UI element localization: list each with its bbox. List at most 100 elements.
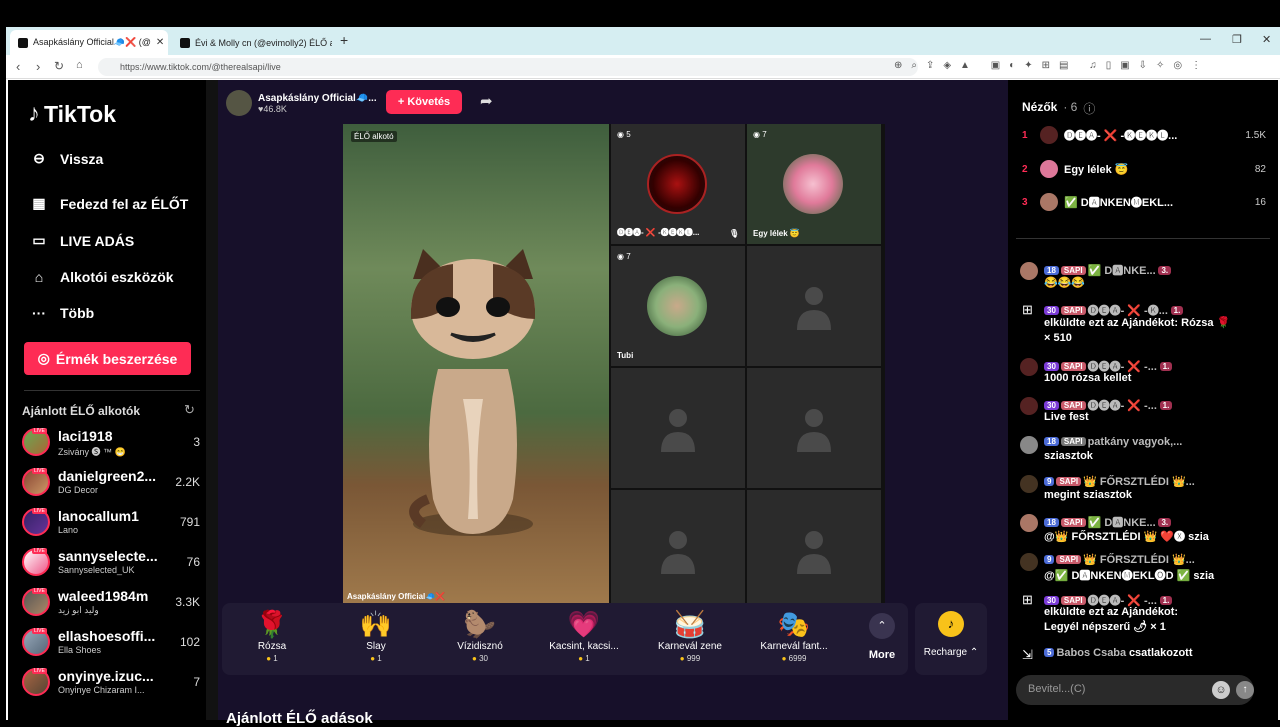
sidebar-item-more[interactable]: ··· Több: [30, 305, 94, 321]
chat-message[interactable]: 9 SAPI 👑 FŐRSZTLÉDI 👑... megint sziasztok: [1020, 475, 1270, 507]
minimize-icon[interactable]: —: [1200, 33, 1211, 45]
gift-item[interactable]: 🎭Karnevál fant...6999: [744, 609, 844, 663]
chat-message[interactable]: 30 SAPI 🅓🅔🅐- ❌ -... 1. 1000 rózsa kellet: [1020, 358, 1270, 390]
recommended-lives-heading: Ajánlott ÉLŐ adások: [226, 710, 373, 727]
chat-message[interactable]: 18 SAPI ✅ D🅰NKE... 3. 😂😂😂: [1020, 262, 1270, 296]
creator-row[interactable]: LIVE laci1918 Zsivány 🅢 ™ 😁 3: [20, 426, 200, 460]
creator-row[interactable]: LIVE onyinye.izuc... Onyinye Chizaram I...…: [20, 666, 200, 700]
info-icon[interactable]: ⓘ: [1083, 100, 1095, 117]
host-info[interactable]: Asapkáslány Official🧢... ♥46.8K: [226, 90, 377, 116]
empty-slot[interactable]: [747, 368, 881, 488]
sidebar-item-back[interactable]: ⊖ Vissza: [30, 150, 103, 167]
avatar: [226, 90, 252, 116]
browser-window: Asapkáslány Official🧢❌ (@ ✕ Évi & Molly …: [6, 27, 1280, 727]
empty-slot[interactable]: [611, 368, 745, 488]
tiktok-page: ♪ TikTok ⊖ Vissza ▦ Fedezd fel az ÉLŐT ▭ LIV…: [8, 80, 1278, 727]
new-tab-icon[interactable]: +: [340, 32, 348, 48]
guest-count: ◉ 5: [617, 130, 631, 139]
empty-slot[interactable]: [611, 490, 745, 610]
guest-slot-2[interactable]: ◉ 7 Egy lélek 😇: [747, 124, 881, 244]
refresh-icon[interactable]: ↻: [184, 402, 195, 418]
gift-item[interactable]: 🦫Vízidisznó30: [430, 609, 530, 663]
back-arrow-icon: ⊖: [33, 150, 45, 166]
sidebar-item-go-live[interactable]: ▭ LIVE ADÁS: [30, 232, 134, 249]
camera-icon: ▭: [32, 232, 46, 248]
guest-avatar: [783, 154, 843, 214]
live-creator-tag: ÉLŐ alkotó: [351, 131, 397, 142]
gift-item[interactable]: 🙌Slay1: [326, 609, 426, 663]
creator-row[interactable]: LIVE ellashoesoffi... Ella Shoes 102: [20, 626, 200, 660]
follow-button[interactable]: + Követés: [386, 90, 462, 114]
address-bar-row: ‹ › ↻ ⌂ https://www.tiktok.com/@thereals…: [6, 55, 1280, 79]
empty-slot[interactable]: [747, 490, 881, 610]
host-video-name: Asapkáslány Official🧢❌: [347, 592, 446, 601]
tab-title: Évi & Molly cn (@evimolly2) ÉLŐ adá: [195, 37, 332, 48]
chat-message[interactable]: 18 SAPI ✅ D🅰NKE... 3. @👑 FŐRSZTLÉDI 👑 ❤️🅧 s…: [1020, 514, 1270, 546]
top-viewer-row[interactable]: 1 🅓🅔🅐- ❌ -🅚🅔🅚🅛... 1.5K: [1022, 124, 1266, 146]
share-icon[interactable]: ➦: [480, 92, 493, 110]
gift-item[interactable]: 🌹Rózsa1: [222, 609, 322, 663]
host-name: Asapkáslány Official🧢...: [258, 92, 377, 104]
chat-message[interactable]: 18 SAPI patkány vagyok,... sziasztok: [1020, 436, 1270, 468]
muted-mic-icon: 🎙: [729, 229, 740, 238]
recharge-button[interactable]: ♪ Recharge ⌃: [915, 603, 987, 675]
gift-item[interactable]: 🥁Karnevál zene999: [640, 609, 740, 663]
creator-row[interactable]: LIVE lanocallum1 Lano 791: [20, 506, 200, 540]
gift-icon: ⊞: [1022, 302, 1033, 317]
window-close-icon[interactable]: ✕: [1262, 33, 1271, 46]
tiktok-logo[interactable]: ♪ TikTok: [28, 100, 116, 128]
avatar: [1020, 397, 1038, 415]
tiktok-note-icon: ♪: [28, 100, 40, 127]
drum-gift-icon: 🥁: [673, 609, 707, 639]
more-gifts-button[interactable]: ⌃ More: [862, 613, 902, 661]
top-viewer-row[interactable]: 3 ✅ D🅰NKEN🅜EKL... 16: [1022, 191, 1266, 213]
chat-message[interactable]: 30 SAPI 🅓🅔🅐- ❌ -... 1. Live fest: [1020, 397, 1270, 429]
carnival-gift-icon: 🎭: [777, 609, 811, 639]
avatar: [1040, 126, 1058, 144]
person-placeholder-icon: [797, 531, 831, 574]
heart-gift-icon: 💗: [567, 609, 601, 639]
viewers-divider: [1016, 238, 1270, 239]
person-placeholder-icon: [797, 409, 831, 452]
creator-tools-icon: ⌂: [34, 269, 44, 285]
tab-active[interactable]: Asapkáslány Official🧢❌ (@ ✕: [10, 30, 168, 55]
home-icon[interactable]: ⌂: [76, 59, 83, 71]
avatar: [1040, 193, 1058, 211]
tiktok-favicon-icon: [18, 37, 28, 48]
back-icon[interactable]: ‹: [16, 59, 20, 74]
viewers-header[interactable]: Nézők · 6 ⓘ: [1022, 100, 1095, 117]
creator-row[interactable]: LIVE sannyselecte... Sannyselected_UK 76: [20, 546, 200, 580]
reload-icon[interactable]: ↻: [54, 59, 64, 73]
creator-row[interactable]: LIVE danielgreen2... DG Decor 2.2K: [20, 466, 200, 500]
live-video-grid: ÉLŐ alkotó Asapkáslány Official🧢❌ ◉ 5 🅓🅔…: [343, 124, 885, 618]
avatar: [1020, 358, 1038, 376]
tab-inactive[interactable]: Évi & Molly cn (@evimolly2) ÉLŐ adá: [172, 30, 332, 55]
guest-count: ◉ 7: [753, 130, 767, 139]
host-video[interactable]: ÉLŐ alkotó Asapkáslány Official🧢❌: [343, 124, 609, 606]
gift-icon: ⊞: [1022, 592, 1033, 607]
empty-slot[interactable]: [747, 246, 881, 366]
guest-name: 🅓🅔🅐- ❌ -🅚🅔🅚🅛...: [617, 228, 700, 237]
sidebar-item-creator-tools[interactable]: ⌂ Alkotói eszközök: [30, 269, 174, 285]
gift-item[interactable]: 💗Kacsint, kacsi...1: [534, 609, 634, 663]
get-coins-button[interactable]: ◎ Érmék beszerzése: [24, 342, 191, 375]
chat-gift-message[interactable]: ⊞ 30 SAPI 🅓🅔🅐- ❌ -... 1. elküldte ezt az Ajá…: [1020, 592, 1270, 638]
chat-message[interactable]: 9 SAPI 👑 FŐRSZTLÉDI 👑... @✅ D🅰NKEN🅜EKL🅞D ✅ …: [1020, 553, 1270, 585]
join-message[interactable]: ⇲ 5 Babos Csaba csatlakozott: [1020, 647, 1270, 665]
guest-slot-3[interactable]: ◉ 7 Tubi: [611, 246, 745, 366]
sidebar-divider: [24, 390, 200, 391]
maximize-icon[interactable]: ❐: [1232, 33, 1242, 46]
chat-gift-message[interactable]: ⊞ 30 SAPI 🅓🅔🅐- ❌ -🅚... 1. elküldte ezt az Aj…: [1020, 302, 1270, 348]
browser-extensions-icons[interactable]: ⊕⌕⇪◈▲ ▣◐✦⊞▤ ♫▯▣⇩✧◎⋮: [894, 60, 1210, 71]
top-viewer-row[interactable]: 2 Egy lélek 😇 82: [1022, 158, 1266, 180]
url-field[interactable]: https://www.tiktok.com/@therealsapi/live: [98, 58, 918, 76]
forward-icon[interactable]: ›: [36, 59, 40, 74]
emoji-icon[interactable]: ☺: [1212, 681, 1230, 699]
send-icon[interactable]: ↑: [1236, 681, 1254, 699]
creator-row[interactable]: LIVE waleed1984m وليد ابو زيد 3.3K: [20, 586, 200, 620]
left-sidebar: ♪ TikTok ⊖ Vissza ▦ Fedezd fel az ÉLŐT ▭ LIV…: [8, 80, 206, 720]
sidebar-item-explore-live[interactable]: ▦ Fedezd fel az ÉLŐT: [30, 195, 188, 212]
close-tab-icon[interactable]: ✕: [156, 37, 164, 48]
guest-slot-1[interactable]: ◉ 5 🅓🅔🅐- ❌ -🅚🅔🅚🅛... 🎙: [611, 124, 745, 244]
recommended-creators-header: Ajánlott ÉLŐ alkotók: [22, 404, 141, 418]
